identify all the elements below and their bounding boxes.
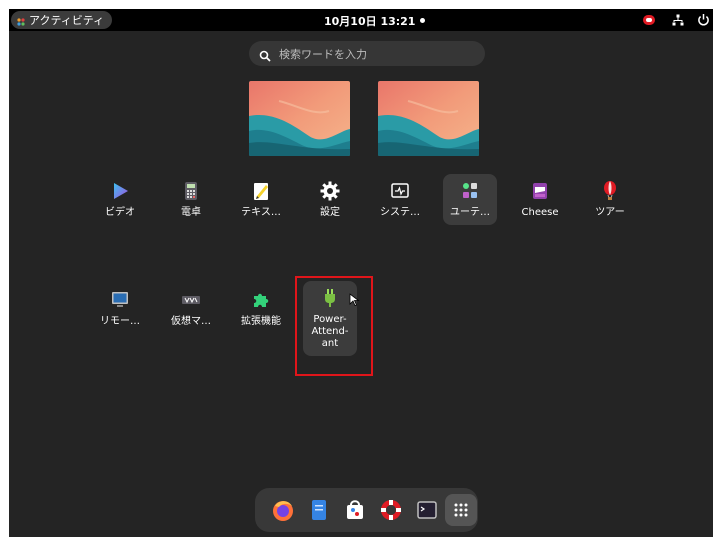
software-icon[interactable] xyxy=(342,497,368,523)
app-video[interactable]: ビデオ xyxy=(93,177,147,225)
app-calculator[interactable]: 電卓 xyxy=(164,177,218,225)
top-bar: アクティビティ 10月10日 13:21 xyxy=(9,9,713,31)
app-label: ユーテ… xyxy=(450,207,490,218)
mouse-cursor-icon xyxy=(349,292,361,306)
system-monitor-icon xyxy=(388,179,412,203)
cheese-icon xyxy=(528,179,552,203)
workspace-thumbnail-1[interactable] xyxy=(249,81,350,156)
network-wired-icon[interactable] xyxy=(672,14,684,26)
app-tour[interactable]: ツアー xyxy=(583,177,637,225)
dash-dock xyxy=(255,488,478,532)
highlight-box xyxy=(295,276,373,376)
app-label: 拡張機能 xyxy=(241,316,281,327)
settings-gear-icon xyxy=(318,179,342,203)
search-bar[interactable] xyxy=(249,41,485,66)
app-label: 設定 xyxy=(320,207,340,218)
app-label: ツアー xyxy=(595,207,625,218)
remote-desktop-icon xyxy=(108,288,132,312)
app-text-editor[interactable]: テキス… xyxy=(234,177,288,225)
activities-button[interactable]: アクティビティ xyxy=(11,11,113,29)
app-remote-desktop[interactable]: リモー… xyxy=(93,286,147,334)
app-label: Cheese xyxy=(521,207,559,218)
app-virtual-machine[interactable]: 仮想マ… xyxy=(164,286,218,334)
app-utilities-folder[interactable]: ユーテ… xyxy=(443,174,497,225)
app-label: ビデオ xyxy=(105,207,135,218)
desktop-overview: アクティビティ 10月10日 13:21 検索ワードを入力 ビデオ 電卓 テキス… xyxy=(9,9,713,537)
calculator-icon xyxy=(179,179,203,203)
tour-balloon-icon xyxy=(598,179,622,203)
text-editor-icon xyxy=(249,179,273,203)
app-cheese[interactable]: Cheese xyxy=(513,177,567,225)
extensions-puzzle-icon xyxy=(249,288,273,312)
app-extensions[interactable]: 拡張機能 xyxy=(234,286,288,334)
app-label: テキス… xyxy=(241,207,281,218)
utilities-folder-icon xyxy=(458,179,482,203)
app-grid-icon[interactable] xyxy=(445,494,477,526)
power-icon[interactable] xyxy=(697,13,710,26)
screen-recording-icon[interactable] xyxy=(643,15,655,25)
activities-label: アクティビティ xyxy=(29,14,105,27)
search-input[interactable] xyxy=(277,44,481,65)
workspace-thumbnail-2[interactable] xyxy=(378,81,479,156)
app-label: システ… xyxy=(380,207,420,218)
app-label: 仮想マ… xyxy=(171,316,211,327)
virtual-machine-icon xyxy=(179,288,203,312)
clock-button[interactable]: 10月10日 13:21 xyxy=(324,13,415,29)
app-system-monitor[interactable]: システ… xyxy=(373,177,427,225)
video-icon xyxy=(108,179,132,203)
search-icon xyxy=(259,47,271,62)
activities-icon xyxy=(17,16,25,26)
help-icon[interactable] xyxy=(378,497,404,523)
terminal-icon[interactable] xyxy=(414,497,440,523)
app-settings[interactable]: 設定 xyxy=(303,177,357,225)
files-icon[interactable] xyxy=(306,497,332,523)
app-label: リモー… xyxy=(100,316,140,327)
notification-dot-icon xyxy=(420,18,425,23)
app-label: 電卓 xyxy=(181,207,201,218)
firefox-icon[interactable] xyxy=(270,497,296,523)
